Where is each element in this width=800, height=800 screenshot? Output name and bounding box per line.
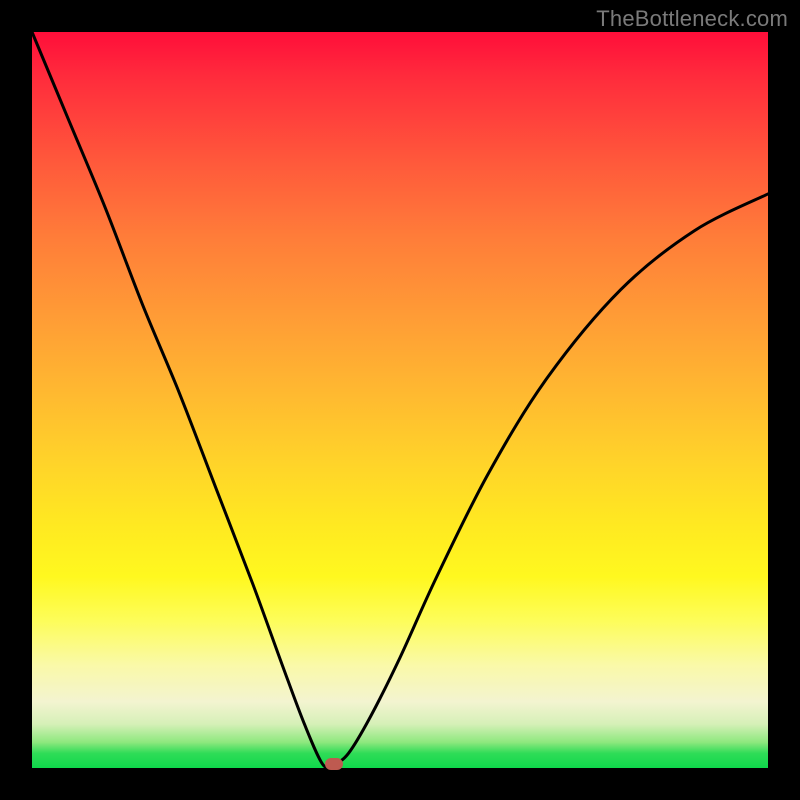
optimum-marker — [325, 758, 343, 770]
chart-frame: TheBottleneck.com — [0, 0, 800, 800]
watermark-label: TheBottleneck.com — [596, 6, 788, 32]
chart-curve-layer — [32, 32, 768, 768]
bottleneck-curve — [32, 32, 768, 768]
